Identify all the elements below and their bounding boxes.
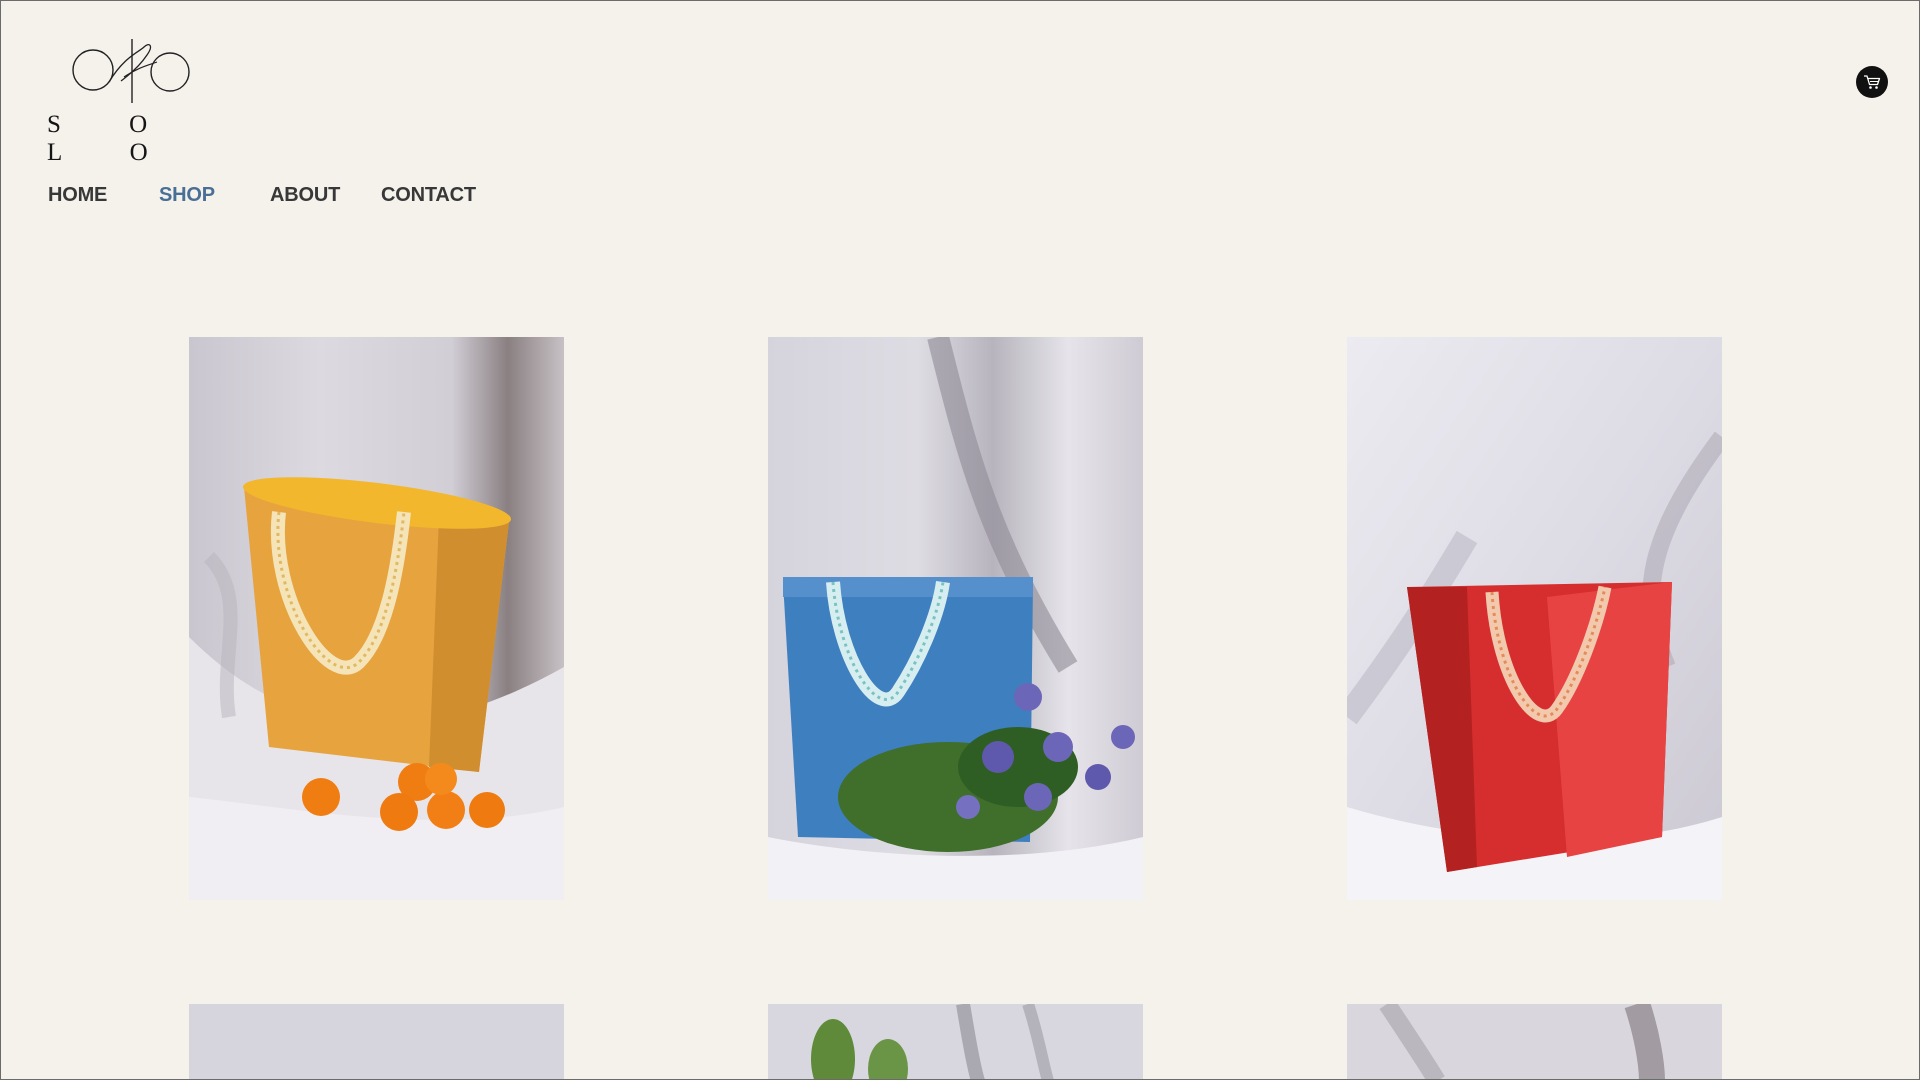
product-card-blue-tote[interactable]	[768, 337, 1143, 900]
nav-shop[interactable]: SHOP	[159, 184, 215, 207]
page: S O L O HOME SHOP ABOUT CONTACT	[0, 0, 1920, 1080]
product-card-5[interactable]	[768, 1004, 1143, 1079]
product-image-4	[189, 1004, 564, 1079]
nav-contact[interactable]: CONTACT	[381, 184, 476, 207]
product-card-6[interactable]	[1347, 1004, 1722, 1079]
product-image-orange-tote	[189, 337, 564, 900]
product-image-6	[1347, 1004, 1722, 1079]
product-image-5	[768, 1004, 1143, 1079]
product-card-4[interactable]	[189, 1004, 564, 1079]
logo-mark-icon	[72, 39, 190, 103]
cart-icon	[1864, 75, 1881, 89]
product-image-red-tote	[1347, 337, 1722, 900]
brand-logo[interactable]: S O L O	[45, 37, 235, 166]
product-image-blue-tote	[768, 337, 1143, 900]
nav-home[interactable]: HOME	[48, 184, 107, 207]
brand-wordmark: S O L O	[47, 111, 179, 166]
product-card-orange-tote[interactable]	[189, 337, 564, 900]
nav-about[interactable]: ABOUT	[270, 184, 340, 207]
product-card-red-tote[interactable]	[1347, 337, 1722, 900]
cart-button[interactable]	[1856, 66, 1888, 98]
